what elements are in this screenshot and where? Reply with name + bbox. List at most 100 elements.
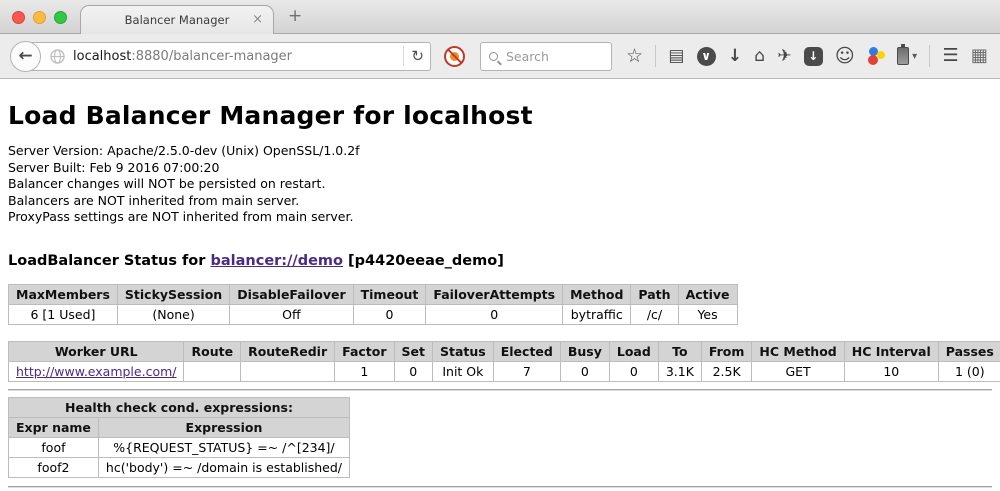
tab-close-icon[interactable]: × — [252, 12, 263, 27]
url-path: :8880/balancer-manager — [131, 49, 292, 64]
table-row: 6 [1 Used] (None) Off 0 0 bytraffic /c/ … — [9, 304, 738, 324]
back-button[interactable]: ← — [10, 41, 41, 72]
cell-load: 0 — [609, 361, 658, 381]
page-title: Load Balancer Manager for localhost — [8, 101, 992, 130]
col-factor: Factor — [335, 341, 394, 361]
col-load: Load — [609, 341, 658, 361]
col-elected: Elected — [493, 341, 560, 361]
server-built-line: Server Built: Feb 9 2016 07:00:20 — [8, 160, 992, 177]
col-stickysession: StickySession — [117, 284, 229, 304]
adblock-icon[interactable] — [444, 46, 465, 67]
col-status: Status — [433, 341, 494, 361]
browser-tab[interactable]: Balancer Manager × — [80, 5, 274, 34]
worker-header-row: Worker URL Route RouteRedir Factor Set S… — [9, 341, 1000, 361]
bookmark-star-icon[interactable]: ☆ — [626, 47, 643, 66]
toolbar-divider — [929, 45, 930, 67]
downloads-icon[interactable]: ↓ — [728, 48, 742, 65]
col-failoverattempts: FailoverAttempts — [426, 284, 563, 304]
server-version-line: Server Version: Apache/2.5.0-dev (Unix) … — [8, 143, 992, 160]
worker-url-link[interactable]: http://www.example.com/ — [16, 364, 176, 379]
zoom-window-button[interactable] — [54, 11, 67, 24]
status-heading-suffix: [p4420eeae_demo] — [343, 253, 504, 269]
url-bar[interactable]: localhost:8880/balancer-manager ↻ — [25, 42, 431, 71]
home-icon[interactable]: ⌂ — [754, 48, 765, 65]
section-divider — [8, 389, 992, 391]
cell-status: Init Ok — [433, 361, 494, 381]
cell-timeout: 0 — [353, 304, 426, 324]
table-row: foof %{REQUEST_STATUS} =~ /^[234]/ — [9, 437, 350, 457]
cell-elected: 7 — [493, 361, 560, 381]
feedback-smiley-icon[interactable]: ☺ — [835, 47, 855, 66]
col-set: Set — [394, 341, 432, 361]
new-tab-button[interactable]: + — [288, 6, 302, 26]
cell-set: 0 — [394, 361, 432, 381]
toolbar-divider — [655, 45, 656, 67]
globe-icon — [50, 49, 65, 64]
inherit-note-line: Balancers are NOT inherited from main se… — [8, 193, 992, 210]
col-path: Path — [631, 284, 678, 304]
close-window-button[interactable] — [12, 11, 25, 24]
battery-widget[interactable]: ▾ — [897, 47, 917, 65]
col-expression: Expression — [98, 417, 349, 437]
cell-hc-method: GET — [752, 361, 844, 381]
col-busy: Busy — [560, 341, 609, 361]
reload-icon[interactable]: ↻ — [411, 47, 424, 65]
cell-disablefailover: Off — [230, 304, 353, 324]
col-method: Method — [563, 284, 631, 304]
col-timeout: Timeout — [353, 284, 426, 304]
search-icon — [489, 52, 498, 61]
url-text[interactable]: localhost:8880/balancer-manager — [73, 49, 396, 64]
reading-list-icon[interactable]: ▤ — [668, 48, 684, 65]
page-content: Load Balancer Manager for localhost Serv… — [0, 101, 1000, 488]
table-row: http://www.example.com/ 1 0 Init Ok 7 0 … — [9, 361, 1000, 381]
col-hc-method: HC Method — [752, 341, 844, 361]
cell-path: /c/ — [631, 304, 678, 324]
cell-method: bytraffic — [563, 304, 631, 324]
url-divider — [403, 46, 404, 66]
cell-routeredir — [241, 361, 335, 381]
health-check-table: Health check cond. expressions: Expr nam… — [8, 397, 350, 478]
col-from: From — [701, 341, 752, 361]
table-row: foof2 hc('body') =~ /domain is establish… — [9, 457, 350, 477]
cell-expression: hc('body') =~ /domain is established/ — [98, 457, 349, 477]
cell-from: 2.5K — [701, 361, 752, 381]
status-heading-prefix: LoadBalancer Status for — [8, 253, 210, 269]
cell-maxmembers: 6 [1 Used] — [9, 304, 118, 324]
search-input[interactable] — [506, 49, 596, 64]
cell-route — [184, 361, 241, 381]
col-passes: Passes — [938, 341, 1000, 361]
col-active: Active — [678, 284, 737, 304]
pocket-icon[interactable]: ∨ — [697, 47, 716, 66]
tab-tiles-icon[interactable]: ▦ — [971, 47, 988, 65]
cell-hc-interval: 10 — [844, 361, 938, 381]
col-disablefailover: DisableFailover — [230, 284, 353, 304]
page-bottom-divider — [8, 486, 992, 488]
traffic-lights — [12, 11, 67, 24]
cell-to: 3.1K — [658, 361, 701, 381]
chevron-down-icon[interactable]: ▾ — [912, 51, 917, 62]
health-title-row: Health check cond. expressions: — [9, 397, 350, 417]
health-table-title: Health check cond. expressions: — [9, 397, 350, 417]
extension-dots-icon[interactable] — [867, 47, 885, 65]
tab-title: Balancer Manager — [125, 13, 230, 27]
browser-toolbar: ← localhost:8880/balancer-manager ↻ ☆ ▤ … — [0, 34, 1000, 79]
persist-note-line: Balancer changes will NOT be persisted o… — [8, 176, 992, 193]
cell-worker-url: http://www.example.com/ — [9, 361, 184, 381]
col-to: To — [658, 341, 701, 361]
col-expr-name: Expr name — [9, 417, 99, 437]
col-maxmembers: MaxMembers — [9, 284, 118, 304]
cell-active: Yes — [678, 304, 737, 324]
send-icon[interactable]: ✈ — [777, 48, 791, 65]
server-info: Server Version: Apache/2.5.0-dev (Unix) … — [8, 143, 992, 226]
cell-expression: %{REQUEST_STATUS} =~ /^[234]/ — [98, 437, 349, 457]
balancer-link[interactable]: balancer://demo — [210, 253, 343, 269]
screenshot-icon[interactable]: ↓ — [804, 47, 823, 66]
worker-table: Worker URL Route RouteRedir Factor Set S… — [8, 341, 1000, 382]
cell-expr-name: foof — [9, 437, 99, 457]
col-worker-url: Worker URL — [9, 341, 184, 361]
cell-failoverattempts: 0 — [426, 304, 563, 324]
minimize-window-button[interactable] — [33, 11, 46, 24]
menu-hamburger-icon[interactable]: ☰ — [943, 47, 959, 65]
search-box[interactable] — [480, 42, 612, 71]
col-hc-interval: HC Interval — [844, 341, 938, 361]
